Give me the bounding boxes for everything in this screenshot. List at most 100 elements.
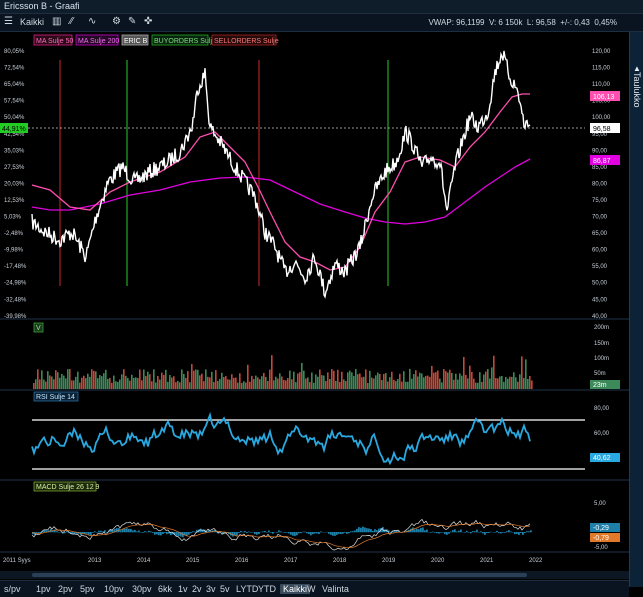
volume-bar	[207, 376, 209, 389]
chart-toolbar: ☰ Kaikki ▥ ⁄⁄ ∿ ⚙ ✎ ✜ VWAP: 96,1199 V: 6…	[0, 14, 643, 32]
macd-hist-bar	[290, 532, 292, 535]
volume-bar	[299, 372, 301, 389]
right-tick-label: 115,00	[592, 66, 611, 72]
range-1v-button[interactable]: 1v	[178, 584, 188, 594]
range-30pv-button[interactable]: 30pv	[132, 584, 152, 594]
macd-hist-bar	[528, 531, 530, 533]
volume-bar	[337, 369, 339, 389]
volume-bar	[457, 379, 459, 389]
range-1pv-button[interactable]: 1pv	[36, 584, 51, 594]
volume-bar	[333, 370, 335, 389]
volume-bar	[359, 373, 361, 389]
macd-hist-bar	[280, 531, 282, 533]
rsi-tick-label: 60,00	[594, 431, 610, 437]
volume-bar	[169, 374, 171, 389]
macd-hist-bar	[420, 527, 422, 533]
macd-hist-bar	[240, 530, 242, 533]
range-2v-button[interactable]: 2v	[192, 584, 202, 594]
volume-bar	[121, 374, 123, 389]
range-valinta-button[interactable]: Valinta	[322, 584, 349, 594]
volume-bar	[491, 367, 493, 389]
volume-bar	[179, 382, 181, 389]
macd-hist-bar	[144, 531, 146, 533]
right-tick-label: 85,00	[592, 165, 608, 171]
volume-bar	[87, 373, 89, 389]
range-selector[interactable]: Kaikki	[20, 17, 44, 27]
volume-bar	[355, 369, 357, 389]
chart-area[interactable]: 80,05%72,54%65,04%57,54%50,04%42,54%35,0…	[0, 32, 629, 571]
right-tick-label: 90,00	[592, 148, 608, 154]
legend-ma200: MA Sulje 200	[78, 38, 119, 45]
volume-bar	[305, 378, 307, 389]
macd-hist-bar	[490, 531, 492, 533]
volume-bar	[431, 365, 433, 389]
volume-bar	[367, 382, 369, 389]
volume-bar	[201, 373, 203, 389]
line-chart-icon[interactable]: ⁄⁄	[70, 16, 73, 27]
volume-bar	[417, 376, 419, 389]
macd-hist-bar	[254, 532, 256, 535]
range-10pv-button[interactable]: 10pv	[104, 584, 124, 594]
macd-hist-bar	[482, 532, 484, 534]
range-bar: s/pv 1pv 2pv 5pv 10pv 30pv 6kk 1v 2v 3v 5v LYTD YTD…	[0, 580, 629, 597]
candlestick-chart-icon[interactable]: ▥	[52, 16, 61, 27]
range-ytd-button[interactable]: YTD	[258, 584, 276, 594]
volume-bar	[123, 369, 125, 389]
macd-hist-bar	[242, 531, 244, 533]
volume-bar	[153, 369, 155, 389]
volume-bar	[523, 377, 525, 389]
volume-bar	[197, 369, 199, 389]
range-5pv-button[interactable]: 5pv	[80, 584, 95, 594]
range-3v-button[interactable]: 3v	[206, 584, 216, 594]
volume-bar	[117, 381, 119, 389]
chart-scrollbar[interactable]	[0, 571, 629, 579]
crosshair-icon[interactable]: ✜	[144, 16, 152, 27]
volume-bar	[347, 372, 349, 389]
volume-bar	[277, 378, 279, 389]
volume-bar	[41, 370, 43, 389]
range-2pv-button[interactable]: 2pv	[58, 584, 73, 594]
volume-bar	[53, 379, 55, 389]
macd-hist-bar	[372, 530, 374, 533]
range-5v-button[interactable]: 5v	[220, 584, 230, 594]
right-tick-label: 70,00	[592, 215, 608, 221]
range-w-button[interactable]: W	[307, 584, 316, 594]
macd-hist-bar	[468, 532, 470, 533]
volume-bar	[261, 376, 263, 389]
range-lytd-button[interactable]: LYTD	[236, 584, 258, 594]
volume-bar	[237, 382, 239, 389]
volume-bar	[385, 373, 387, 389]
year-label: 2020	[431, 558, 445, 564]
macd-hist-bar	[238, 532, 240, 534]
gear-icon[interactable]: ⚙	[112, 16, 121, 27]
draw-tool-icon[interactable]: ✎	[128, 16, 136, 27]
volume-bar	[473, 378, 475, 389]
year-label: 2017	[284, 558, 298, 564]
table-side-tab[interactable]: ▲ Taulukko	[629, 32, 643, 587]
volume-tick-label: 100m	[594, 356, 609, 362]
volume-bar	[233, 377, 235, 389]
volume-bar	[477, 382, 479, 389]
volume-bar	[419, 372, 421, 389]
volume-stat: V: 6 150k	[488, 18, 523, 27]
macd-hist-bar	[86, 532, 88, 534]
volume-bar	[509, 376, 511, 389]
range-6kk-button[interactable]: 6kk	[158, 584, 172, 594]
indicator-chart-icon[interactable]: ∿	[88, 16, 96, 27]
last-stat: L: 96,58	[526, 18, 556, 27]
volume-bar	[101, 376, 103, 389]
volume-bar	[215, 370, 217, 389]
legend-eric: ERIC B	[124, 38, 148, 45]
volume-bar	[449, 369, 451, 389]
volume-bar	[311, 372, 313, 389]
volume-bar	[109, 377, 111, 389]
period-unit-selector[interactable]: s/pv	[4, 584, 21, 594]
range-kaikki-button[interactable]: Kaikki	[280, 584, 311, 594]
volume-bar	[273, 380, 275, 389]
volume-bar	[265, 376, 267, 389]
volume-bar	[225, 376, 227, 389]
macd-hist-bar	[318, 532, 320, 535]
scrollbar-thumb[interactable]	[32, 573, 527, 577]
menu-icon[interactable]: ☰	[4, 16, 13, 27]
volume-bar	[55, 370, 57, 389]
